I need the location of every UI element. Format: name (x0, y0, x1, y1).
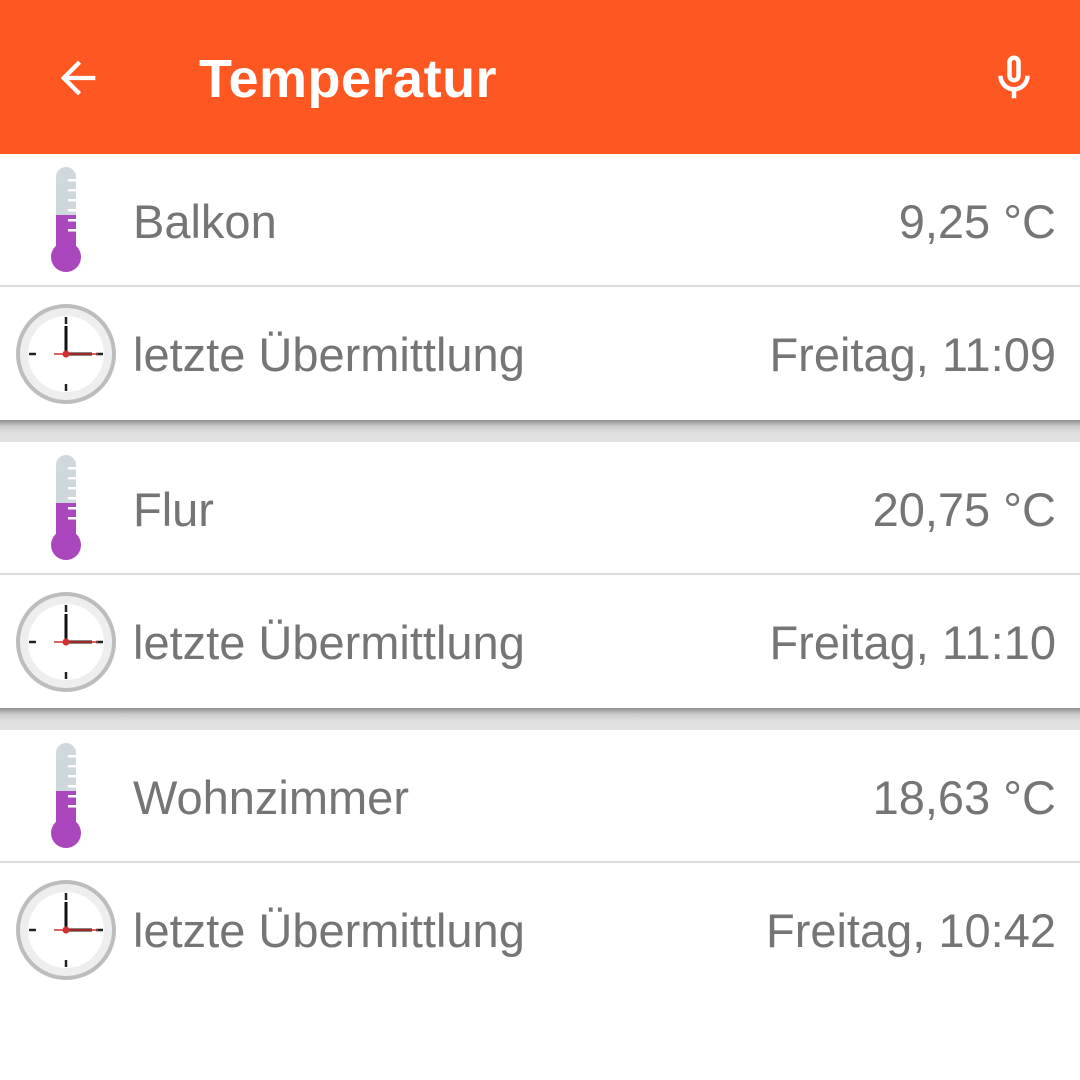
app-bar: Temperatur (0, 0, 1080, 154)
thermometer-icon (14, 741, 118, 851)
last-transmission-row[interactable]: letzte Übermittlung Freitag, 11:10 (0, 575, 1080, 708)
sensor-name: Flur (133, 483, 214, 536)
page-title: Temperatur (199, 49, 498, 109)
temperature-value: 20,75 °C (872, 483, 1056, 536)
last-transmission-time: Freitag, 11:09 (769, 328, 1056, 381)
temperature-value: 9,25 °C (898, 195, 1056, 248)
sensor-card-balkon: Balkon 9,25 °C letzte Übermittlung Freit… (0, 154, 1080, 420)
sensor-name: Wohnzimmer (133, 771, 409, 824)
last-transmission-time: Freitag, 11:10 (769, 616, 1056, 669)
sensor-name: Balkon (133, 195, 277, 248)
sensor-card-wohnzimmer: Wohnzimmer 18,63 °C letzte Übermittlung … (0, 730, 1080, 996)
last-transmission-label: letzte Übermittlung (133, 616, 525, 669)
temperature-row[interactable]: Wohnzimmer 18,63 °C (0, 730, 1080, 863)
last-transmission-row[interactable]: letzte Übermittlung Freitag, 11:09 (0, 287, 1080, 420)
last-transmission-row[interactable]: letzte Übermittlung Freitag, 10:42 (0, 863, 1080, 996)
last-transmission-label: letzte Übermittlung (133, 328, 525, 381)
last-transmission-label: letzte Übermittlung (133, 904, 525, 957)
sensor-card-flur: Flur 20,75 °C letzte Übermittlung Freita… (0, 442, 1080, 708)
back-button[interactable] (40, 40, 116, 116)
temperature-row[interactable]: Flur 20,75 °C (0, 442, 1080, 575)
clock-icon (14, 587, 118, 697)
thermometer-icon (14, 165, 118, 275)
temperature-row[interactable]: Balkon 9,25 °C (0, 154, 1080, 287)
arrow-back-icon (60, 60, 96, 96)
card-divider (0, 708, 1080, 730)
thermometer-icon (14, 453, 118, 563)
last-transmission-time: Freitag, 10:42 (765, 904, 1056, 957)
temperature-value: 18,63 °C (872, 771, 1056, 824)
sensor-list: Balkon 9,25 °C letzte Übermittlung Freit… (0, 154, 1080, 996)
clock-icon (14, 875, 118, 985)
clock-icon (14, 299, 118, 409)
voice-search-button[interactable] (976, 40, 1052, 116)
card-divider (0, 420, 1080, 442)
microphone-icon (998, 55, 1030, 99)
